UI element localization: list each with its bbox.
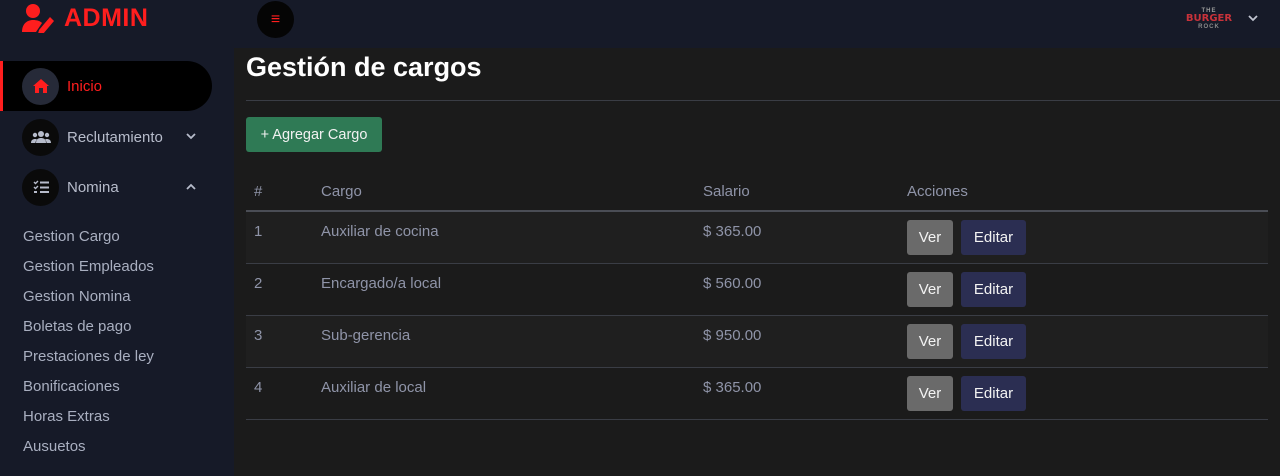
table-row: 1 Auxiliar de cocina $ 365.00 Ver Editar [246, 212, 1268, 264]
sidebar-item-label: Inicio [67, 77, 103, 95]
logo-main-text: BURGER [1185, 13, 1233, 24]
hamburger-icon: ≡ [270, 10, 281, 28]
row-number: 3 [254, 327, 263, 344]
view-button[interactable]: Ver [907, 324, 953, 359]
row-cargo: Sub-gerencia [321, 327, 411, 344]
page-title: Gestión de cargos [246, 52, 482, 82]
column-header-salario: Salario [703, 183, 750, 200]
restaurant-logo[interactable]: THE BURGER ROCK [1186, 4, 1232, 34]
user-edit-icon [22, 4, 54, 33]
table-body: 1 Auxiliar de cocina $ 365.00 Ver Editar… [246, 212, 1268, 420]
user-menu-chevron-icon[interactable] [1245, 10, 1261, 26]
row-cargo: Auxiliar de local [321, 379, 427, 396]
sidebar-item-label: Reclutamiento [67, 128, 163, 146]
title-divider [246, 100, 1280, 101]
sidebar-subitem-ausuetos[interactable]: Ausuetos [23, 438, 86, 455]
sidebar-item-reclutamiento[interactable]: Reclutamiento [0, 112, 212, 162]
sidebar-subitem-gestion-empleados[interactable]: Gestion Empleados [23, 258, 154, 275]
sidebar-subitem-gestion-nomina[interactable]: Gestion Nomina [23, 288, 131, 305]
home-icon [22, 67, 59, 105]
edit-button[interactable]: Editar [961, 220, 1026, 255]
row-salario: $ 365.00 [703, 379, 762, 396]
sidebar-item-label: Nomina [67, 178, 119, 196]
sidebar-item-inicio[interactable]: Inicio [0, 61, 212, 111]
row-number: 2 [254, 275, 263, 292]
column-header-number: # [254, 183, 263, 200]
table-row: 4 Auxiliar de local $ 365.00 Ver Editar [246, 368, 1268, 420]
sidebar-subitem-horas-extras[interactable]: Horas Extras [23, 408, 110, 425]
column-header-acciones: Acciones [907, 183, 968, 200]
sidebar-subitem-bonificaciones[interactable]: Bonificaciones [23, 378, 120, 395]
row-cargo: Encargado/a local [321, 275, 442, 292]
sidebar-item-nomina[interactable]: Nomina [0, 162, 212, 212]
sidebar-subitem-boletas-de-pago[interactable]: Boletas de pago [23, 318, 131, 335]
sidebar-subitem-prestaciones-de-ley[interactable]: Prestaciones de ley [23, 348, 154, 365]
row-number: 1 [254, 223, 263, 240]
view-button[interactable]: Ver [907, 272, 953, 307]
table-row: 3 Sub-gerencia $ 950.00 Ver Editar [246, 316, 1268, 368]
row-cargo: Auxiliar de cocina [321, 223, 439, 240]
menu-toggle-button[interactable]: ≡ [257, 1, 294, 38]
brand[interactable]: ADMIN [22, 2, 148, 34]
main-content: Gestión de cargos + Agregar Cargo # Carg… [234, 48, 1280, 476]
chevron-down-icon [186, 132, 196, 143]
brand-title: ADMIN [64, 3, 149, 32]
row-number: 4 [254, 379, 263, 396]
edit-button[interactable]: Editar [961, 376, 1026, 411]
edit-button[interactable]: Editar [961, 272, 1026, 307]
sidebar: Inicio Reclutamiento Nomina Gestion Carg… [0, 48, 234, 476]
column-header-cargo: Cargo [321, 183, 362, 200]
table-header: # Cargo Salario Acciones [246, 174, 1268, 212]
row-salario: $ 560.00 [703, 275, 762, 292]
table-row: 2 Encargado/a local $ 560.00 Ver Editar [246, 264, 1268, 316]
list-check-icon [22, 168, 59, 206]
row-salario: $ 950.00 [703, 327, 762, 344]
top-navbar: ADMIN ≡ THE BURGER ROCK [0, 0, 1280, 48]
row-salario: $ 365.00 [703, 223, 762, 240]
view-button[interactable]: Ver [907, 220, 953, 255]
chevron-up-icon [186, 182, 196, 193]
sidebar-subitem-gestion-cargo[interactable]: Gestion Cargo [23, 228, 120, 245]
users-icon [22, 118, 59, 156]
edit-button[interactable]: Editar [961, 324, 1026, 359]
add-cargo-button[interactable]: + Agregar Cargo [246, 117, 382, 152]
view-button[interactable]: Ver [907, 376, 953, 411]
cargos-table: # Cargo Salario Acciones 1 Auxiliar de c… [246, 174, 1268, 420]
logo-bottom-text: ROCK [1198, 24, 1220, 30]
